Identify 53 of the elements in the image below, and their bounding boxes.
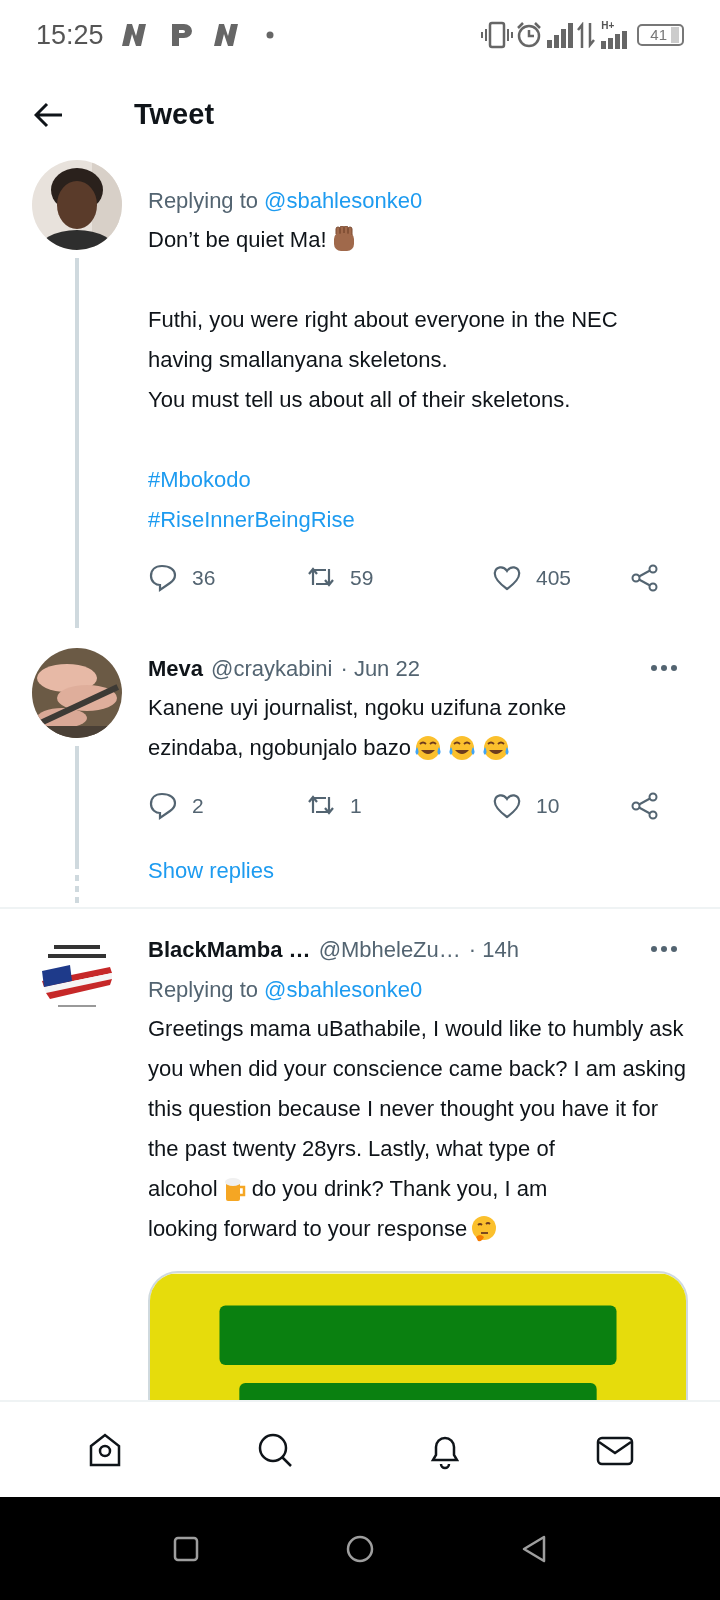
notification-icon [119,22,148,48]
replying-label: Replying to [148,975,259,1004]
tweet-time: · 14h [468,935,519,964]
tweet-text: do you drink? Thank you, I am [251,1175,548,1203]
author-name: BlackMamba … [148,935,311,964]
signal-icon [601,31,628,49]
vibrate-icon [481,21,514,49]
signal-icon [547,22,574,48]
dot-icon [265,31,274,39]
tweet-text: alcohol [148,1175,218,1203]
data-arrows-icon [577,22,596,48]
laughing-emoji-icon [414,734,442,762]
battery-level: 41 [642,27,679,43]
author-handle: @MbheleZu… [318,935,461,964]
mention-link[interactable]: @sbahlesonke0 [264,183,423,217]
count-label: 2 [192,793,204,820]
hashtag-link[interactable]: #RiseInnerBeingRise [148,500,355,540]
show-replies-link[interactable]: Show replies [148,854,688,907]
author-handle: @craykabini [211,654,333,683]
network-label: H+ [601,21,615,31]
laughing-emoji-icon [448,734,476,762]
count-label: 1 [350,793,362,820]
home-button[interactable] [345,1533,375,1564]
tweet-text: Futhi, you were right about everyone in the NEC having smallanyana skeletons. [148,306,619,374]
reply-icon[interactable] [148,791,178,821]
count-label: 10 [536,793,560,820]
tweet-time: · Jun 22 [340,654,420,683]
laughing-emoji-icon [482,734,510,762]
thinking-emoji-icon [470,1215,499,1243]
back-arrow-icon[interactable] [34,102,64,128]
share-icon[interactable] [630,791,660,821]
tweet-text: ezindaba, ngobunjalo bazo [148,734,411,762]
count-label: 36 [192,565,216,592]
status-time: 15:25 [36,18,104,52]
share-icon[interactable] [630,563,660,593]
count-label: 405 [536,565,572,592]
tweet-text: You must tell us about all of their skeletons. [148,386,571,414]
hashtag-link[interactable]: #Mbokodo [148,460,251,500]
more-options-icon[interactable] [650,945,678,953]
count-label: 59 [350,565,374,592]
reply-icon[interactable] [148,563,178,593]
author-name: Meva [148,654,204,683]
tweet-text: Don’t be quiet Ma! [148,226,327,254]
tweet-text: looking forward to your response [148,1215,468,1243]
heart-icon[interactable] [492,791,522,821]
more-options-icon[interactable] [650,664,678,672]
notification-icon [211,22,240,48]
replying-label: Replying to [148,186,259,215]
page-title: Tweet [134,97,215,133]
recent-apps-button[interactable] [172,1534,201,1563]
tweet-text: Kanene uyi journalist, ngoku uzifuna zonke [148,694,567,722]
heart-icon[interactable] [492,563,522,593]
mention-link[interactable]: @sbahlesonke0 [264,972,423,1006]
